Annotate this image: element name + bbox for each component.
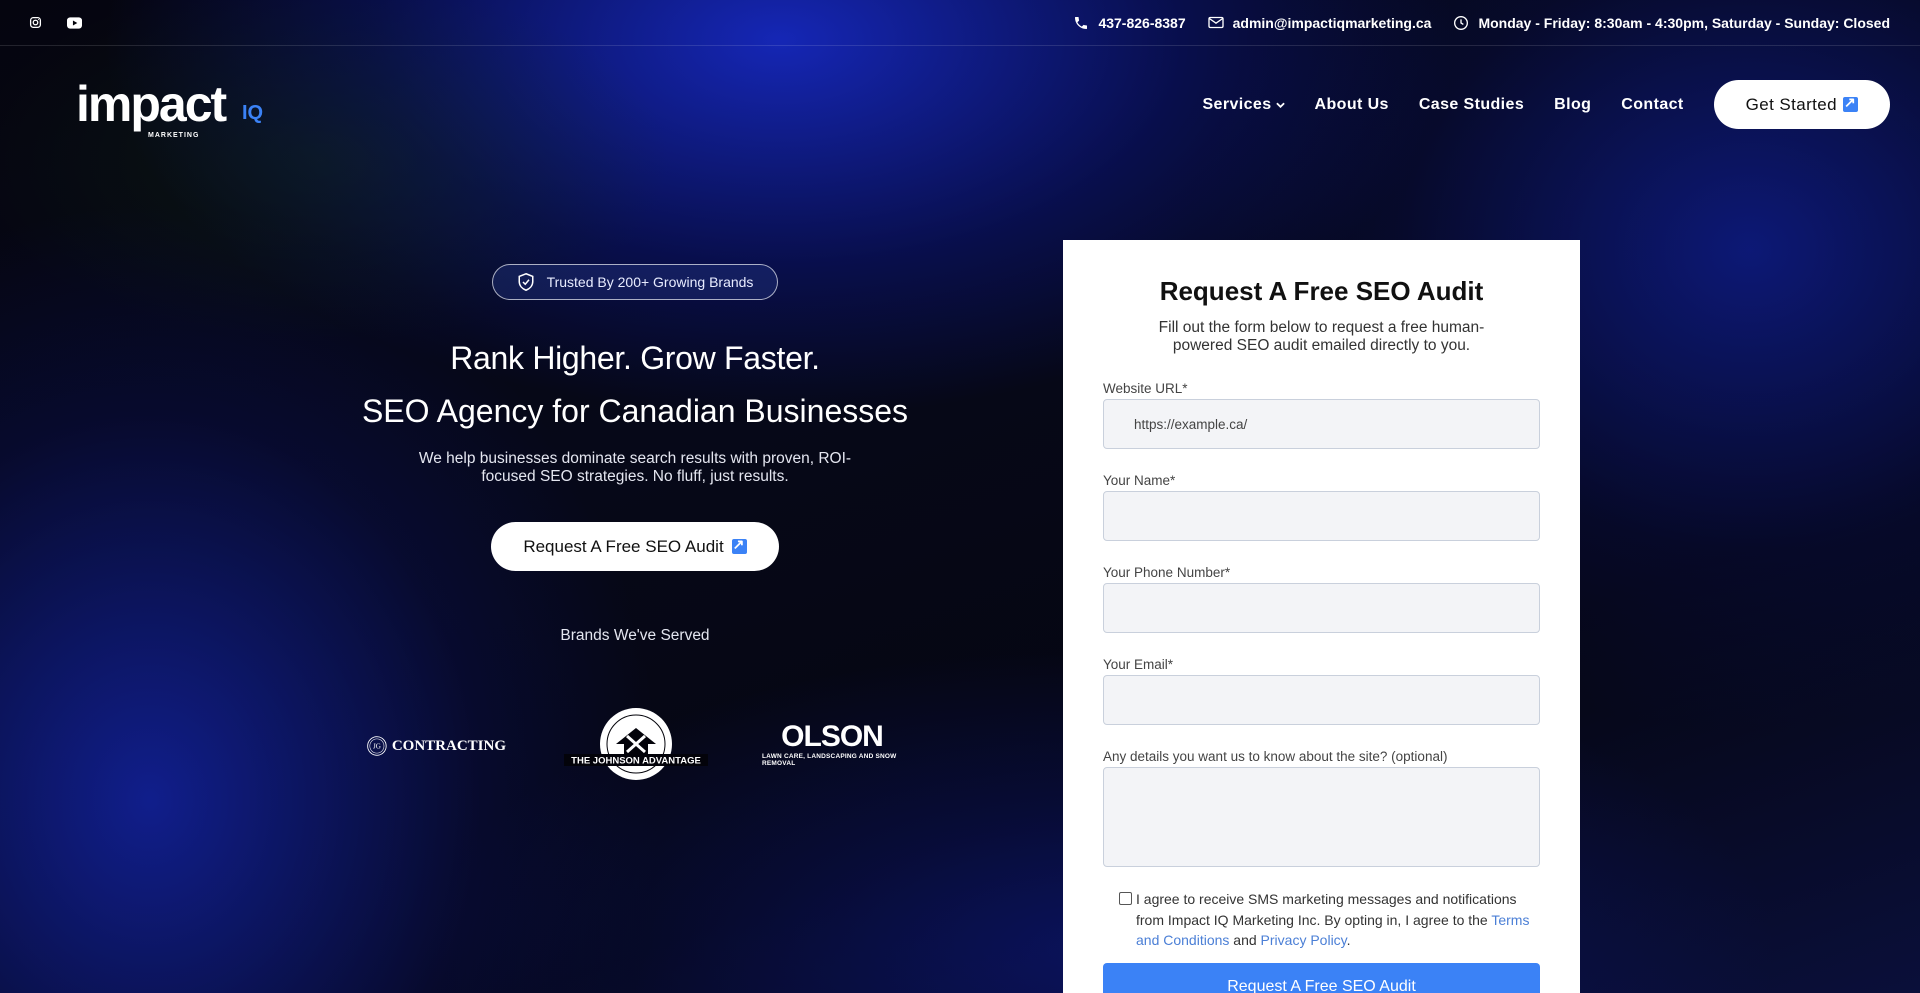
get-started-button[interactable]: Get Started	[1713, 80, 1890, 129]
brand-logo-name: THE JOHNSON ADVANTAGE	[571, 756, 701, 767]
shield-check-icon	[518, 272, 534, 292]
get-started-label: Get Started	[1745, 94, 1837, 114]
sms-consent-checkbox[interactable]	[1119, 892, 1132, 905]
phone-input[interactable]	[1103, 583, 1540, 633]
website-url-field: Website URL* https://example.ca/	[1103, 381, 1540, 449]
brand-logos: JG CONTRACTING THE JOHNSON ADVANTAGE OLS…	[360, 706, 920, 786]
phone-number: 437-826-8387	[1098, 14, 1186, 31]
submit-button[interactable]: Request A Free SEO Audit	[1103, 962, 1540, 993]
business-hours: Monday - Friday: 8:30am - 4:30pm, Saturd…	[1453, 15, 1890, 31]
brand-logo-tagline: LAWN CARE, LANDSCAPING AND SNOW REMOVAL	[762, 753, 897, 767]
privacy-link[interactable]: Privacy Policy	[1261, 932, 1347, 948]
form-title: Request A Free SEO Audit	[1159, 276, 1484, 306]
brand-logo-name: OLSON	[781, 720, 884, 753]
email-address: admin@impactiqmarketing.ca	[1232, 14, 1432, 31]
nav-services[interactable]: Services	[1202, 95, 1285, 114]
details-field: Any details you want us to know about th…	[1103, 749, 1540, 867]
nav-blog[interactable]: Blog	[1554, 96, 1591, 114]
details-textarea[interactable]	[1103, 767, 1540, 867]
brand-logo-olson: OLSON LAWN CARE, LANDSCAPING AND SNOW RE…	[762, 720, 902, 770]
hero-cta-button[interactable]: Request A Free SEO Audit	[491, 522, 779, 571]
chevron-down-icon	[1275, 102, 1285, 108]
hours-text: Monday - Friday: 8:30am - 4:30pm, Saturd…	[1478, 14, 1890, 31]
consent-text: I agree to receive SMS marketing message…	[1136, 891, 1517, 928]
trust-badge-text: Trusted By 200+ Growing Brands	[546, 274, 754, 290]
brand-logo-name: CONTRACTING	[391, 737, 506, 754]
instagram-icon[interactable]	[28, 15, 43, 30]
contact-info: 437-826-8387 admin@impactiqmarketing.ca …	[1073, 15, 1890, 31]
brand-logo-johnson-advantage: THE JOHNSON ADVANTAGE	[564, 706, 708, 788]
brands-title: Brands We've Served	[560, 627, 710, 644]
name-input[interactable]	[1103, 491, 1540, 541]
nav-about-us[interactable]: About Us	[1315, 96, 1389, 114]
details-label: Any details you want us to know about th…	[1103, 749, 1448, 764]
hero-cta-label: Request A Free SEO Audit	[523, 536, 724, 556]
site-logo[interactable]: impact IQ MARKETING	[76, 74, 276, 139]
social-links	[28, 15, 82, 30]
brand-logo-jg-contracting: JG CONTRACTING	[366, 724, 506, 768]
sms-consent-text: I agree to receive SMS marketing message…	[1136, 889, 1540, 951]
main-nav: Services About Us Case Studies Blog Cont…	[1202, 80, 1890, 129]
email-input[interactable]	[1103, 675, 1540, 725]
hero-lead: We help businesses dominate search resul…	[418, 450, 852, 485]
sms-consent: I agree to receive SMS marketing message…	[1103, 889, 1540, 951]
logo-tagline: MARKETING	[148, 132, 200, 139]
email-label: Your Email*	[1103, 657, 1174, 672]
youtube-icon[interactable]	[67, 15, 82, 30]
nav-contact[interactable]: Contact	[1621, 96, 1683, 114]
trust-badge: Trusted By 200+ Growing Brands	[491, 264, 779, 300]
email-field: Your Email*	[1103, 657, 1540, 725]
clock-icon	[1454, 15, 1469, 30]
consent-and: and	[1233, 932, 1257, 948]
hero-title: Rank Higher. Grow Faster.	[450, 340, 820, 376]
phone-label: Your Phone Number*	[1103, 565, 1231, 580]
site-header: impact IQ MARKETING Services About Us Ca…	[0, 46, 1920, 164]
name-label: Your Name*	[1103, 473, 1176, 488]
phone-field: Your Phone Number*	[1103, 565, 1540, 633]
form-subtitle: Fill out the form below to request a fre…	[1158, 319, 1485, 354]
consent-end: .	[1346, 932, 1351, 948]
mail-icon	[1207, 16, 1224, 29]
logo-suffix: IQ	[242, 102, 264, 124]
top-bar: 437-826-8387 admin@impactiqmarketing.ca …	[0, 0, 1920, 46]
nav-services-label: Services	[1202, 95, 1272, 113]
brand-logo-mark: JG	[373, 743, 381, 751]
hero-subtitle: SEO Agency for Canadian Businesses	[361, 393, 909, 429]
arrow-up-right-icon	[1843, 94, 1858, 112]
phone-icon	[1075, 16, 1088, 29]
hero-section: Trusted By 200+ Growing Brands Rank High…	[300, 264, 970, 645]
logo-word: impact	[76, 76, 227, 132]
seo-audit-form: Request A Free SEO Audit Fill out the fo…	[1063, 240, 1580, 993]
nav-case-studies[interactable]: Case Studies	[1419, 96, 1524, 114]
phone-link[interactable]: 437-826-8387	[1073, 14, 1186, 31]
arrow-up-right-icon	[731, 536, 747, 554]
email-link[interactable]: admin@impactiqmarketing.ca	[1207, 14, 1432, 31]
website-url-input[interactable]: https://example.ca/	[1103, 399, 1540, 449]
name-field: Your Name*	[1103, 473, 1540, 541]
website-url-label: Website URL*	[1103, 381, 1188, 396]
